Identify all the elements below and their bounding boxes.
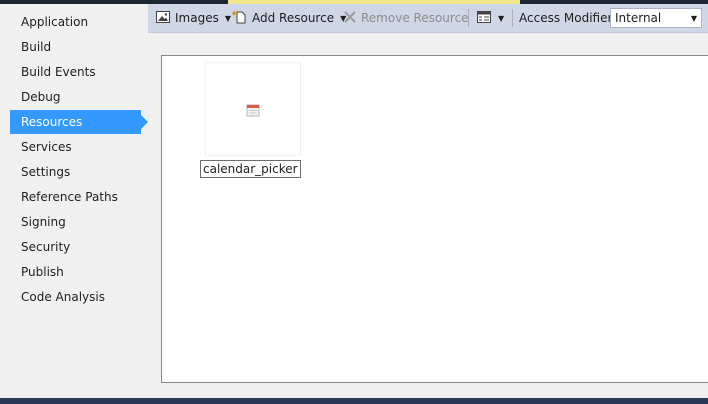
chevron-down-icon: ▼: [224, 13, 231, 23]
sidebar-item-debug[interactable]: Debug: [10, 85, 141, 109]
add-resource-icon: [231, 9, 248, 28]
resource-name[interactable]: calendar_picker: [200, 160, 301, 178]
access-modifier-select[interactable]: Internal ▼: [610, 8, 702, 28]
calendar-icon: [246, 103, 260, 117]
chevron-down-icon: ▼: [498, 13, 505, 23]
add-resource-label: Add Resource: [252, 11, 335, 25]
property-pages-sidebar: Application Build Build Events Debug Res…: [0, 4, 148, 398]
sidebar-item-build-events[interactable]: Build Events: [10, 60, 141, 84]
view-details-icon: [476, 10, 492, 27]
remove-resource-label: Remove Resource: [361, 11, 469, 25]
chevron-down-icon: ▼: [690, 13, 698, 23]
resources-view[interactable]: calendar_picker: [161, 55, 708, 383]
sidebar-item-code-analysis[interactable]: Code Analysis: [10, 285, 141, 309]
sidebar-item-application[interactable]: Application: [10, 10, 141, 34]
sidebar-item-settings[interactable]: Settings: [10, 160, 141, 184]
access-modifier-label: Access Modifier:: [519, 11, 617, 25]
sidebar-item-reference-paths[interactable]: Reference Paths: [10, 185, 141, 209]
resource-type-dropdown[interactable]: Images ▼: [155, 4, 231, 32]
resource-tile[interactable]: [205, 62, 301, 156]
toolbar-separator: [512, 9, 513, 27]
remove-resource-button[interactable]: Remove Resource: [343, 4, 469, 32]
toolbar-separator: [468, 9, 469, 27]
close-icon: [343, 10, 357, 27]
sidebar-item-resources[interactable]: Resources: [10, 110, 148, 134]
resources-toolbar: Images ▼ Add Resource ▼ Remove Resource: [148, 4, 708, 33]
image-icon: [155, 10, 171, 27]
sidebar-item-services[interactable]: Services: [10, 135, 141, 159]
sidebar-item-build[interactable]: Build: [10, 35, 141, 59]
view-dropdown[interactable]: ▼: [476, 4, 504, 32]
bottom-bar: [0, 398, 708, 404]
access-modifier-value: Internal: [615, 11, 662, 25]
resource-type-label: Images: [175, 11, 219, 25]
sidebar-item-security[interactable]: Security: [10, 235, 141, 259]
sidebar-item-publish[interactable]: Publish: [10, 260, 141, 284]
add-resource-button[interactable]: Add Resource ▼: [231, 4, 346, 32]
sidebar-item-signing[interactable]: Signing: [10, 210, 141, 234]
